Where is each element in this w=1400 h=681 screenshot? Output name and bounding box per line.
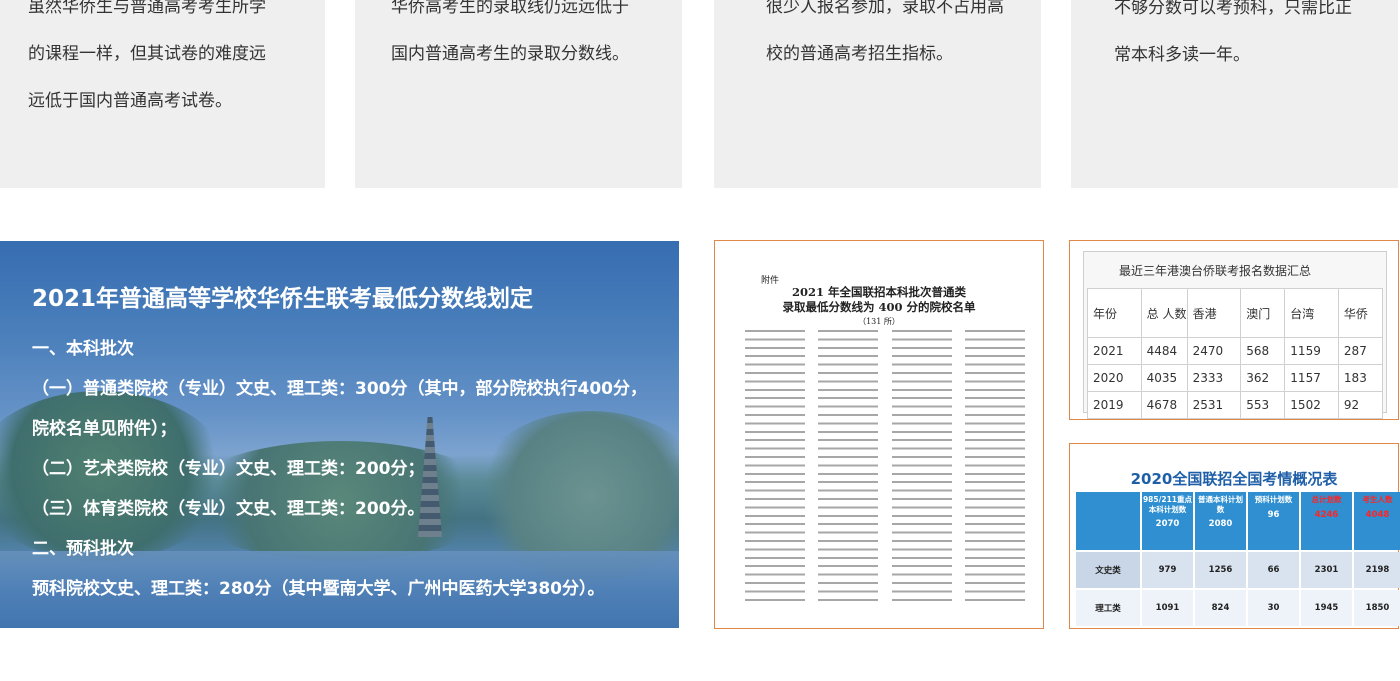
name-column — [745, 327, 805, 607]
banner-line: 院校名单见附件）； — [32, 419, 177, 439]
university-name-columns — [745, 327, 1025, 617]
table-cell: 568 — [1240, 337, 1286, 365]
table-header: 总计划数 4246 — [1301, 492, 1352, 550]
table-cell: 2531 — [1186, 391, 1242, 419]
table-cell: 1502 — [1284, 391, 1339, 419]
table-row: 2020 4035 2333 362 1157 183 — [1087, 364, 1384, 392]
table-cell: 4484 — [1140, 337, 1188, 365]
table-header-row: 年份 总 人数 香港 澳门 台湾 华侨 — [1087, 288, 1384, 338]
banner-line: （二）艺术类院校（专业）文史、理工类：200分； — [32, 459, 425, 479]
registration-stats-image[interactable]: 最近三年港澳台侨联考报名数据汇总 年份 总 人数 香港 澳门 台湾 华侨 202… — [1069, 240, 1399, 420]
table-cell: 2470 — [1186, 337, 1242, 365]
table-row: 2019 4678 2531 553 1502 92 — [1087, 391, 1384, 419]
stats-caption: 最近三年港澳台侨联考报名数据汇总 — [1119, 264, 1312, 278]
banner-line: 预科院校文史、理工类：280分（其中暨南大学、广州中医药大学380分）。 — [32, 579, 605, 599]
table-cell: 2301 — [1301, 552, 1352, 588]
table-cell: 4035 — [1140, 364, 1188, 392]
card-text: 华侨高考生的录取线仍远远低于 国内普通高考生的录取分数线。 — [391, 0, 629, 64]
university-list-image[interactable]: 附件 2021 年全国联招本科批次普通类 录取最低分数线为 400 分的院校名单… — [714, 240, 1044, 629]
table-cell: 30 — [1248, 590, 1299, 626]
table-cell: 287 — [1337, 337, 1384, 365]
table-header: 澳门 — [1240, 288, 1286, 338]
table-cell: 1159 — [1284, 337, 1339, 365]
card-text: 不够分数可以考预科，只需比正 常本科多读一年。 — [1114, 0, 1352, 65]
banner-title: 2021年普通高等学校华侨生联考最低分数线划定 — [32, 286, 534, 312]
row-label: 文史类 — [1076, 552, 1140, 588]
table-cell: 66 — [1248, 552, 1299, 588]
table-cell: 183 — [1337, 364, 1384, 392]
info-card-3: 很少人报名参加，录取不占用高 校的普通高考招生指标。 — [714, 0, 1041, 188]
table-cell: 1091 — [1142, 590, 1193, 626]
table-cell: 2198 — [1354, 552, 1400, 588]
table-cell: 2019 — [1087, 391, 1142, 419]
table-cell: 362 — [1240, 364, 1286, 392]
university-count: （131 所） — [858, 317, 900, 326]
table-header: 考生人数 4048 — [1354, 492, 1400, 550]
table-header: 总 人数 — [1140, 288, 1188, 338]
banner-line: （一）普通类院校（专业）文史、理工类：300分（其中，部分院校执行400分， — [32, 379, 647, 399]
table-cell: 2020 — [1087, 364, 1142, 392]
table-cell: 2021 — [1087, 337, 1142, 365]
table-row: 2021 4484 2470 568 1159 287 — [1087, 337, 1384, 365]
table-header: 预科计划数 96 — [1248, 492, 1299, 550]
table-header: 华侨 — [1337, 288, 1384, 338]
table-cell: 92 — [1337, 391, 1384, 419]
table-header: 台湾 — [1284, 288, 1339, 338]
name-column — [818, 327, 879, 607]
table-cell: 824 — [1195, 590, 1246, 626]
exam-situation-image[interactable]: 2020全国联招全国考情概况表 985/211重点本科计划数 2070 普通本科计… — [1069, 443, 1400, 629]
score-line-banner: 2021年普通高等学校华侨生联考最低分数线划定 一、本科批次 （一）普通类院校（… — [0, 241, 679, 628]
card-text: 很少人报名参加，录取不占用高 校的普通高考招生指标。 — [766, 0, 1004, 64]
info-card-2: 华侨高考生的录取线仍远远低于 国内普通高考生的录取分数线。 — [355, 0, 682, 188]
info-card-4: 不够分数可以考预科，只需比正 常本科多读一年。 — [1071, 0, 1398, 188]
banner-line: 一、本科批次 — [32, 339, 134, 359]
table-cell: 979 — [1142, 552, 1193, 588]
table-cell: 2333 — [1186, 364, 1242, 392]
situation-title: 2020全国联招全国考情概况表 — [1130, 470, 1338, 488]
name-column — [891, 327, 952, 607]
table-cell: 4678 — [1140, 391, 1188, 419]
banner-line: 二、预科批次 — [32, 539, 134, 559]
stats-table: 年份 总 人数 香港 澳门 台湾 华侨 2021 4484 2470 568 1… — [1087, 288, 1384, 419]
table-header: 年份 — [1087, 288, 1142, 338]
document-title: 2021 年全国联招本科批次普通类 录取最低分数线为 400 分的院校名单 — [782, 285, 976, 314]
table-header: 普通本科计划数 2080 — [1195, 492, 1246, 550]
name-column — [964, 327, 1025, 607]
table-cell: 1850 — [1354, 590, 1400, 626]
row-label: 理工类 — [1076, 590, 1140, 626]
info-card-1: 虽然华侨生与普通高考考生所学 的课程一样，但其试卷的难度远 远低于国内普通高考试… — [0, 0, 325, 188]
banner-line: （三）体育类院校（专业）文史、理工类：200分。 — [32, 499, 425, 519]
card-text: 虽然华侨生与普通高考考生所学 的课程一样，但其试卷的难度远 远低于国内普通高考试… — [28, 0, 266, 111]
corner-cell — [1076, 492, 1140, 550]
table-cell: 1256 — [1195, 552, 1246, 588]
table-cell: 553 — [1240, 391, 1286, 419]
table-header: 香港 — [1186, 288, 1242, 338]
table-cell: 1157 — [1284, 364, 1339, 392]
table-header: 985/211重点本科计划数 2070 — [1142, 492, 1193, 550]
table-cell: 1945 — [1301, 590, 1352, 626]
situation-table: 985/211重点本科计划数 2070 普通本科计划数 2080 预科计划数 96 总… — [1076, 492, 1400, 626]
